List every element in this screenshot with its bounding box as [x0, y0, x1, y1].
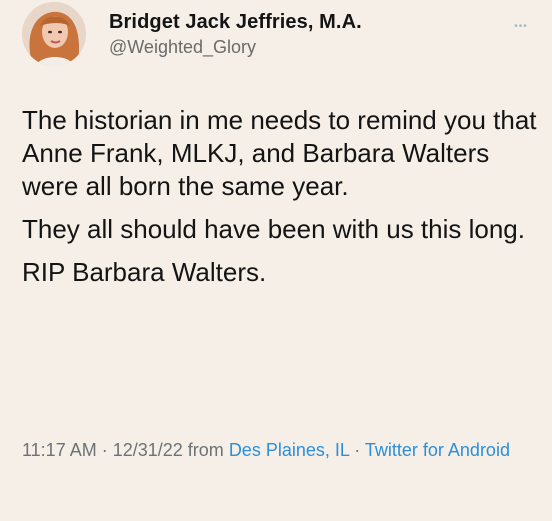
author-names: Bridget Jack Jeffries, M.A. @Weighted_Gl… [109, 10, 362, 59]
tweet-paragraph: RIP Barbara Walters. [22, 257, 267, 288]
from-label: from [182, 440, 229, 460]
tweet-paragraph: The historian in me needs to remind you … [22, 105, 537, 202]
avatar-image [22, 2, 86, 66]
tweet-metadata: 11:17 AM · 12/31/22 from Des Plaines, IL… [22, 437, 532, 464]
author-handle[interactable]: @Weighted_Glory [109, 37, 362, 59]
more-options-icon[interactable]: ••• [510, 22, 532, 32]
tweet-date[interactable]: 12/31/22 [113, 440, 183, 460]
avatar[interactable] [22, 2, 86, 66]
separator: · [96, 440, 113, 460]
tweet-card: Bridget Jack Jeffries, M.A. @Weighted_Gl… [0, 0, 552, 521]
author-display-name[interactable]: Bridget Jack Jeffries, M.A. [109, 10, 362, 34]
tweet-text: The historian in me needs to remind you … [22, 104, 537, 289]
tweet-header: Bridget Jack Jeffries, M.A. @Weighted_Gl… [22, 2, 532, 66]
tweet-paragraph: They all should have been with us this l… [22, 214, 525, 245]
client-link[interactable]: Twitter for Android [365, 440, 510, 460]
separator: · [349, 440, 365, 460]
tweet-time[interactable]: 11:17 AM [22, 440, 97, 460]
location-link[interactable]: Des Plaines, IL [229, 440, 349, 460]
